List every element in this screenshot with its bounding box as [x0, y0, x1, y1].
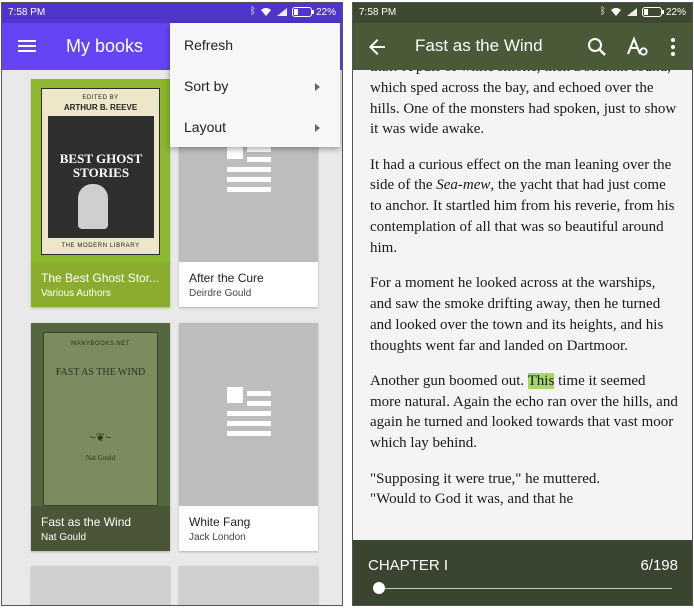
overflow-menu: Refresh Sort by Layout	[170, 23, 340, 147]
book-author: Various Authors	[41, 288, 111, 299]
cover-text: ARTHUR B. REEVE	[63, 103, 138, 112]
bluetooth-icon: ᛒ	[599, 6, 606, 17]
book-title: Fast as the Wind	[41, 515, 132, 529]
menu-item-refresh[interactable]: Refresh	[170, 25, 340, 66]
progress-track[interactable]	[378, 588, 672, 589]
battery-icon	[291, 7, 314, 17]
book-title: After the Cure	[189, 271, 264, 285]
menu-item-layout[interactable]: Layout	[170, 107, 340, 148]
status-time: 7:58 PM	[8, 7, 46, 18]
status-bar: 7:58 PM ᛒ 22%	[353, 3, 692, 23]
book-cover: MANYBOOKS.NET FAST AS THE WIND ~❦~ Nat G…	[31, 323, 170, 506]
book-title: The Best Ghost Stor...	[41, 271, 160, 285]
back-arrow-icon[interactable]	[365, 35, 389, 59]
paragraph: "Supposing it were true," he muttered. "W…	[370, 470, 601, 508]
book-card[interactable]: MANYBOOKS.NET FAST AS THE WIND ~❦~ Nat G…	[31, 323, 170, 551]
chevron-right-icon	[315, 83, 320, 91]
book-card[interactable]	[179, 566, 318, 605]
highlighted-word[interactable]: This	[527, 372, 555, 389]
library-screen: 7:58 PM ᛒ 22% My books EDITED BY ARTHUR …	[1, 2, 343, 606]
book-title: Fast as the Wind	[415, 36, 543, 55]
cover-text: THE MODERN LIBRARY	[61, 243, 140, 249]
book-cover	[179, 323, 318, 506]
reader-screen: 7:58 PM ᛒ 22% Fast as the Wind that? A p…	[352, 2, 693, 606]
status-bar: 7:58 PM ᛒ 22%	[2, 3, 342, 23]
battery-level: 22%	[315, 6, 336, 18]
battery-level: 22%	[665, 6, 686, 18]
paragraph: For a moment he looked across at the war…	[370, 275, 664, 354]
book-author: Nat Gould	[41, 532, 87, 543]
signal-icon	[626, 8, 637, 16]
wifi-icon	[610, 8, 621, 16]
cover-title: BEST GHOST STORIES	[59, 151, 143, 180]
paragraph: Another gun boomed out. This time it see…	[370, 372, 678, 452]
book-card[interactable]: White Fang Jack London	[179, 323, 318, 551]
page-counter: 6/198	[640, 557, 678, 574]
more-vert-icon[interactable]	[661, 35, 685, 59]
document-icon	[226, 142, 271, 192]
cover-text: MANYBOOKS.NET	[71, 341, 130, 347]
book-card[interactable]: EDITED BY ARTHUR B. REEVE BEST GHOST STO…	[31, 79, 170, 307]
menu-item-sort-by[interactable]: Sort by	[170, 66, 340, 107]
status-time: 7:58 PM	[359, 7, 397, 18]
bluetooth-icon: ᛒ	[249, 6, 256, 17]
book-title: White Fang	[189, 515, 251, 529]
wifi-icon	[260, 8, 271, 16]
book-cover: EDITED BY ARTHUR B. REEVE BEST GHOST STO…	[31, 79, 170, 262]
cover-text: EDITED BY	[82, 95, 119, 101]
menu-icon[interactable]	[16, 35, 38, 57]
signal-icon	[276, 8, 287, 16]
book-author: Deirdre Gould	[189, 288, 252, 299]
chevron-right-icon	[315, 124, 320, 132]
search-icon[interactable]	[585, 35, 609, 59]
text-settings-icon[interactable]	[625, 35, 649, 59]
cover-title: FAST AS THE WIND	[55, 367, 146, 378]
book-card[interactable]	[31, 566, 170, 605]
progress-slider-thumb[interactable]	[373, 582, 386, 594]
reader-content[interactable]: that? A puff of white smoke, then a sole…	[353, 70, 692, 540]
paragraph: that? A puff of white smoke, then a sole…	[370, 70, 677, 138]
page-title: My books	[66, 36, 144, 56]
cover-text: Nat Gould	[85, 454, 116, 462]
reader-bottom-bar: CHAPTER I 6/198	[353, 540, 692, 605]
book-author: Jack London	[189, 532, 246, 543]
chapter-label: CHAPTER I	[368, 557, 449, 574]
battery-icon	[641, 7, 664, 17]
document-icon	[226, 386, 271, 436]
paragraph: It had a curious effect on the man leani…	[370, 156, 675, 256]
ornament-icon: ~❦~	[89, 432, 112, 444]
reader-app-bar: Fast as the Wind	[353, 23, 692, 70]
